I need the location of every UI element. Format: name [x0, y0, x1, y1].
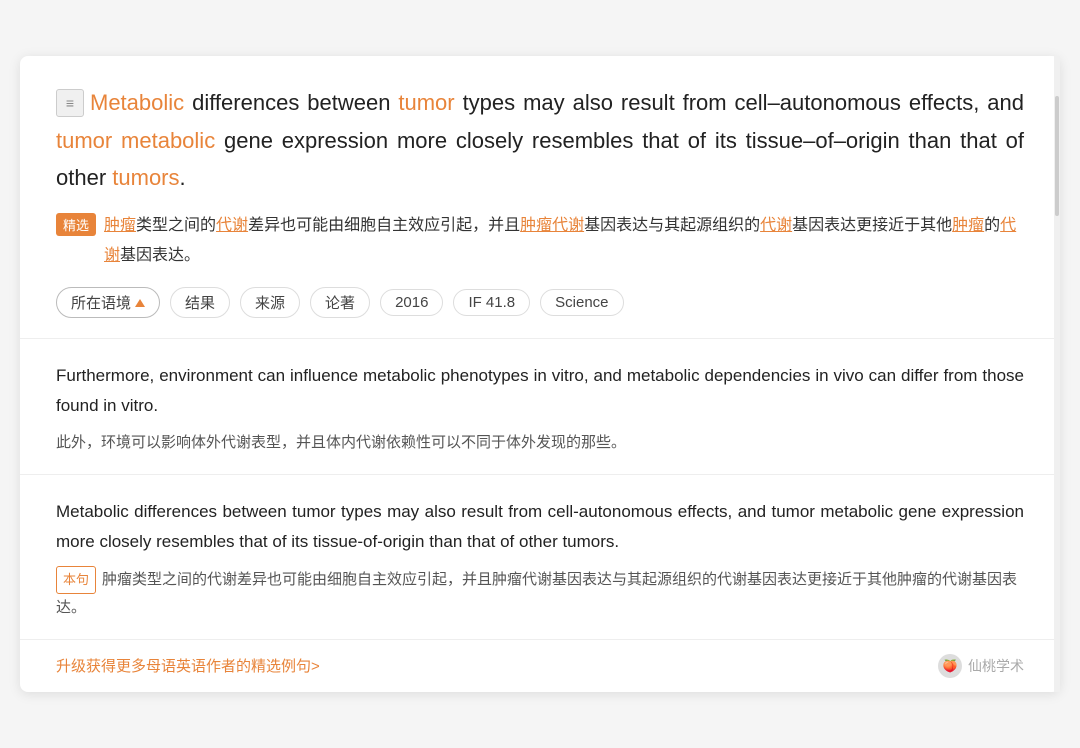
- tag-journal[interactable]: Science: [540, 289, 623, 316]
- example1-en: Furthermore, environment can influence m…: [56, 361, 1024, 421]
- brand-name: 仙桃学术: [968, 656, 1024, 676]
- word-metabolic: Metabolic: [90, 90, 184, 115]
- chinese-translation-block: 精选 肿瘤类型之间的代谢差异也可能由细胞自主效应引起，并且肿瘤代谢基因表达与其起…: [56, 211, 1024, 272]
- zh-tumor-2: 肿瘤: [952, 217, 984, 234]
- sentence-text-4: .: [180, 165, 186, 190]
- tag-context-arrow: [135, 299, 145, 307]
- tag-year[interactable]: 2016: [380, 289, 443, 316]
- example-block-1: Furthermore, environment can influence m…: [20, 339, 1060, 475]
- upgrade-bar: 升级获得更多母语英语作者的精选例句> 🍑 仙桃学术: [20, 640, 1060, 692]
- tag-result-label: 结果: [185, 292, 215, 313]
- example2-zh-text: 肿瘤类型之间的代谢差异也可能由细胞自主效应引起，并且肿瘤代谢基因表达与其起源组织…: [56, 571, 1017, 615]
- example2-en: Metabolic differences between tumor type…: [56, 497, 1024, 557]
- example2-zh-block: 本句肿瘤类型之间的代谢差异也可能由细胞自主效应引起，并且肿瘤代谢基因表达与其起源…: [56, 566, 1024, 620]
- word-tumor-1: tumor: [398, 90, 454, 115]
- tag-result[interactable]: 结果: [170, 287, 230, 318]
- zh-tumor-metabolic: 肿瘤代谢: [520, 217, 584, 234]
- badge-jingxuan: 精选: [56, 213, 96, 236]
- zh-metabolic-2: 代谢: [760, 217, 792, 234]
- tag-context[interactable]: 所在语境: [56, 287, 160, 318]
- tag-context-label: 所在语境: [71, 292, 131, 313]
- scrollbar-thumb[interactable]: [1055, 96, 1059, 216]
- main-sentence-block: ≡Metabolic differences between tumor typ…: [20, 56, 1060, 339]
- tag-if-label: IF 41.8: [468, 294, 515, 311]
- sentence-text-1: differences between: [184, 90, 398, 115]
- tag-year-label: 2016: [395, 294, 428, 311]
- sentence-text-2: types may also result from cell–autonomo…: [455, 90, 1024, 115]
- scrollbar-track: [1054, 56, 1060, 691]
- tag-if[interactable]: IF 41.8: [453, 289, 530, 316]
- tags-row: 所在语境 结果 来源 论著 2016 IF 41.8: [56, 287, 1024, 318]
- tag-journal-label: Science: [555, 294, 608, 311]
- zh-tumor-1: 肿瘤: [104, 217, 136, 234]
- word-tumor-metabolic: tumor metabolic: [56, 128, 215, 153]
- badge-benju: 本句: [56, 566, 96, 593]
- doc-icon: ≡: [56, 89, 84, 117]
- tag-source[interactable]: 来源: [240, 287, 300, 318]
- word-tumors: tumors: [112, 165, 179, 190]
- brand-logo: 🍑 仙桃学术: [938, 654, 1024, 678]
- upgrade-link[interactable]: 升级获得更多母语英语作者的精选例句>: [56, 655, 320, 676]
- tag-paper[interactable]: 论著: [310, 287, 370, 318]
- tag-source-label: 来源: [255, 292, 285, 313]
- brand-icon: 🍑: [938, 654, 962, 678]
- main-sentence: ≡Metabolic differences between tumor typ…: [56, 84, 1024, 196]
- example1-zh: 此外，环境可以影响体外代谢表型，并且体内代谢依赖性可以不同于体外发现的那些。: [56, 429, 1024, 456]
- zh-metabolic-1: 代谢: [216, 217, 248, 234]
- chinese-text: 肿瘤类型之间的代谢差异也可能由细胞自主效应引起，并且肿瘤代谢基因表达与其起源组织…: [104, 211, 1024, 272]
- example-block-2: Metabolic differences between tumor type…: [20, 475, 1060, 640]
- tag-paper-label: 论著: [325, 292, 355, 313]
